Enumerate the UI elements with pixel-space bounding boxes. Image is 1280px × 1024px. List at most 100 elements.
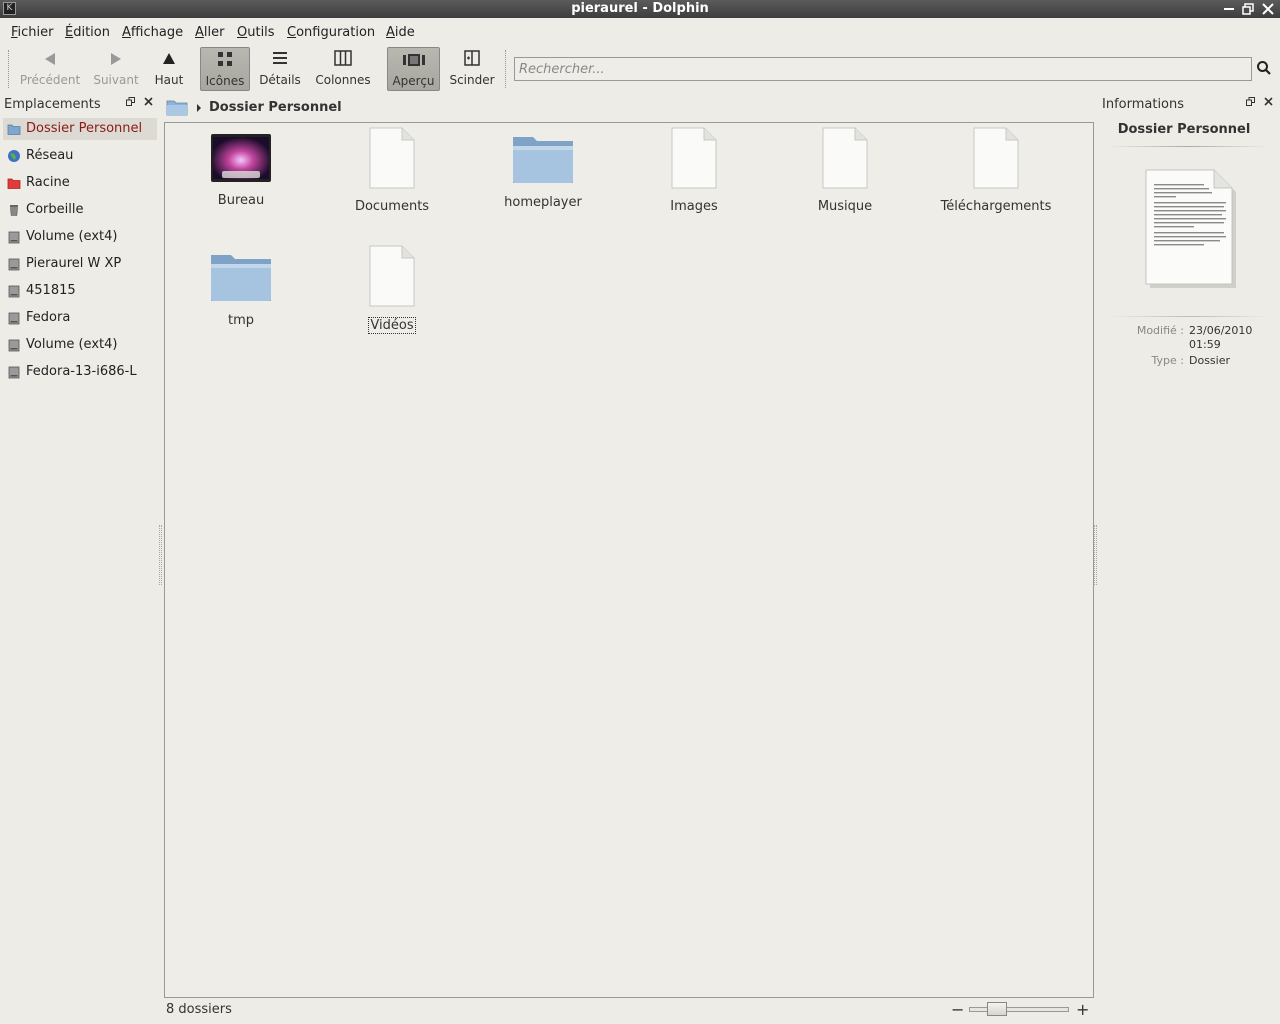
columns-icon	[312, 49, 374, 73]
search-icon[interactable]	[1256, 60, 1274, 78]
split-label: Scinder	[449, 73, 495, 87]
float-panel-button[interactable]	[1246, 97, 1255, 109]
menu-configuration[interactable]: Configuration	[287, 25, 375, 40]
zoom-in-button[interactable]: +	[1076, 1000, 1089, 1019]
desktop-folder-icon	[211, 134, 271, 182]
file-item-tmp[interactable]: tmp	[166, 251, 316, 328]
type-value: Dossier	[1189, 354, 1231, 367]
preview-button[interactable]: Aperçu	[387, 47, 440, 91]
menu-edition[interactable]: Édition	[65, 25, 110, 40]
place-racine[interactable]: Racine	[3, 172, 157, 194]
toolbar-handle[interactable]	[8, 50, 11, 88]
file-item-homeplayer[interactable]: homeplayer	[468, 133, 618, 210]
menu-outils[interactable]: Outils	[237, 25, 275, 40]
place-volume-ext4-1[interactable]: Volume (ext4)	[3, 226, 157, 248]
zoom-out-button[interactable]: −	[951, 1000, 964, 1019]
menu-bar: Fichier Édition Affichage Aller Outils C…	[0, 20, 1280, 44]
columns-view-button[interactable]: Colonnes	[312, 47, 374, 91]
restore-icon	[1242, 3, 1254, 15]
file-item-documents[interactable]: Documents	[317, 127, 467, 214]
up-label: Haut	[154, 73, 184, 87]
home-folder-icon[interactable]	[166, 98, 188, 116]
menu-mnemonic: A	[195, 25, 204, 40]
menu-affichage[interactable]: Affichage	[122, 25, 183, 40]
chevron-right-icon[interactable]	[196, 104, 202, 112]
root-folder-icon	[7, 178, 21, 189]
place-label: Volume (ext4)	[26, 229, 118, 244]
file-item-bureau[interactable]: Bureau	[166, 133, 316, 208]
file-name: tmp	[227, 313, 254, 328]
file-item-musique[interactable]: Musique	[770, 127, 920, 214]
home-folder-icon	[7, 124, 21, 135]
up-button[interactable]: Haut	[150, 47, 188, 91]
close-panel-button[interactable]	[1264, 97, 1273, 109]
close-icon	[1264, 97, 1273, 106]
file-item-images[interactable]: Images	[619, 127, 769, 214]
zoom-slider-handle[interactable]	[987, 1002, 1007, 1016]
place-label: Corbeille	[26, 202, 84, 217]
left-splitter-handle[interactable]	[159, 525, 162, 585]
back-arrow-icon	[18, 49, 82, 73]
place-label: Fedora-13-i686-L	[26, 364, 137, 379]
status-bar: 8 dossiers − +	[0, 998, 1280, 1024]
close-window-button[interactable]	[1259, 0, 1277, 18]
float-icon	[1246, 97, 1255, 106]
forward-button[interactable]: Suivant	[90, 47, 142, 91]
close-panel-button[interactable]	[144, 97, 153, 109]
trash-icon	[10, 205, 18, 216]
float-panel-button[interactable]	[126, 97, 135, 109]
place-fedora[interactable]: Fedora	[3, 307, 157, 329]
menu-aller[interactable]: Aller	[195, 25, 224, 40]
file-view[interactable]: Bureau Documents homeplayer Images Musiq…	[164, 122, 1094, 998]
close-icon	[1262, 3, 1274, 15]
details-view-button[interactable]: Détails	[256, 47, 304, 91]
maximize-button[interactable]	[1239, 0, 1257, 18]
modified-time: 01:59	[1189, 338, 1221, 351]
place-451815[interactable]: 451815	[3, 280, 157, 302]
file-name: Images	[670, 199, 718, 214]
drive-icon	[8, 312, 20, 325]
place-corbeille[interactable]: Corbeille	[3, 199, 157, 221]
file-item-videos[interactable]: Vidéos	[317, 245, 467, 334]
zoom-slider[interactable]	[969, 1007, 1069, 1012]
preview-label: Aperçu	[392, 74, 435, 88]
document-icon	[671, 127, 717, 189]
place-pieraurel-w-xp[interactable]: Pieraurel W XP	[3, 253, 157, 275]
network-globe-icon	[8, 150, 20, 162]
divider	[1110, 316, 1270, 317]
menu-mnemonic: O	[237, 25, 248, 40]
place-label: Fedora	[26, 310, 71, 325]
menu-aide[interactable]: Aide	[386, 25, 415, 40]
minimize-button[interactable]	[1220, 0, 1238, 18]
place-reseau[interactable]: Réseau	[3, 145, 157, 167]
search-input[interactable]	[514, 57, 1252, 81]
document-icon	[369, 245, 415, 307]
menu-label: ller	[203, 25, 225, 40]
place-volume-ext4-2[interactable]: Volume (ext4)	[3, 334, 157, 356]
icon-grid-icon	[201, 50, 249, 74]
place-dossier-personnel[interactable]: Dossier Personnel	[3, 118, 157, 140]
title-bar[interactable]: K pieraurel - Dolphin	[0, 0, 1280, 18]
right-splitter-handle[interactable]	[1094, 525, 1097, 585]
document-icon	[369, 127, 415, 189]
document-icon	[973, 127, 1019, 189]
icons-view-button[interactable]: Icônes	[200, 47, 250, 91]
file-name: homeplayer	[504, 195, 582, 210]
menu-mnemonic: C	[287, 25, 297, 40]
drive-icon	[8, 285, 20, 298]
menu-mnemonic: A	[122, 25, 131, 40]
place-label: Pieraurel W XP	[26, 256, 122, 271]
place-fedora-13[interactable]: Fedora-13-i686-L	[3, 361, 157, 383]
window-title: pieraurel - Dolphin	[571, 1, 709, 16]
breadcrumb-current[interactable]: Dossier Personnel	[209, 100, 342, 115]
file-name: Bureau	[217, 193, 265, 208]
place-label: 451815	[26, 283, 76, 298]
split-button[interactable]: Scinder	[446, 47, 498, 91]
modified-label: Modifié :	[1136, 324, 1184, 337]
back-button[interactable]: Précédent	[18, 47, 82, 91]
menu-fichier[interactable]: Fichier	[11, 25, 54, 40]
close-icon	[144, 97, 153, 106]
file-item-telechargements[interactable]: Téléchargements	[921, 127, 1071, 214]
place-label: Volume (ext4)	[26, 337, 118, 352]
file-name: Vidéos	[368, 317, 416, 334]
